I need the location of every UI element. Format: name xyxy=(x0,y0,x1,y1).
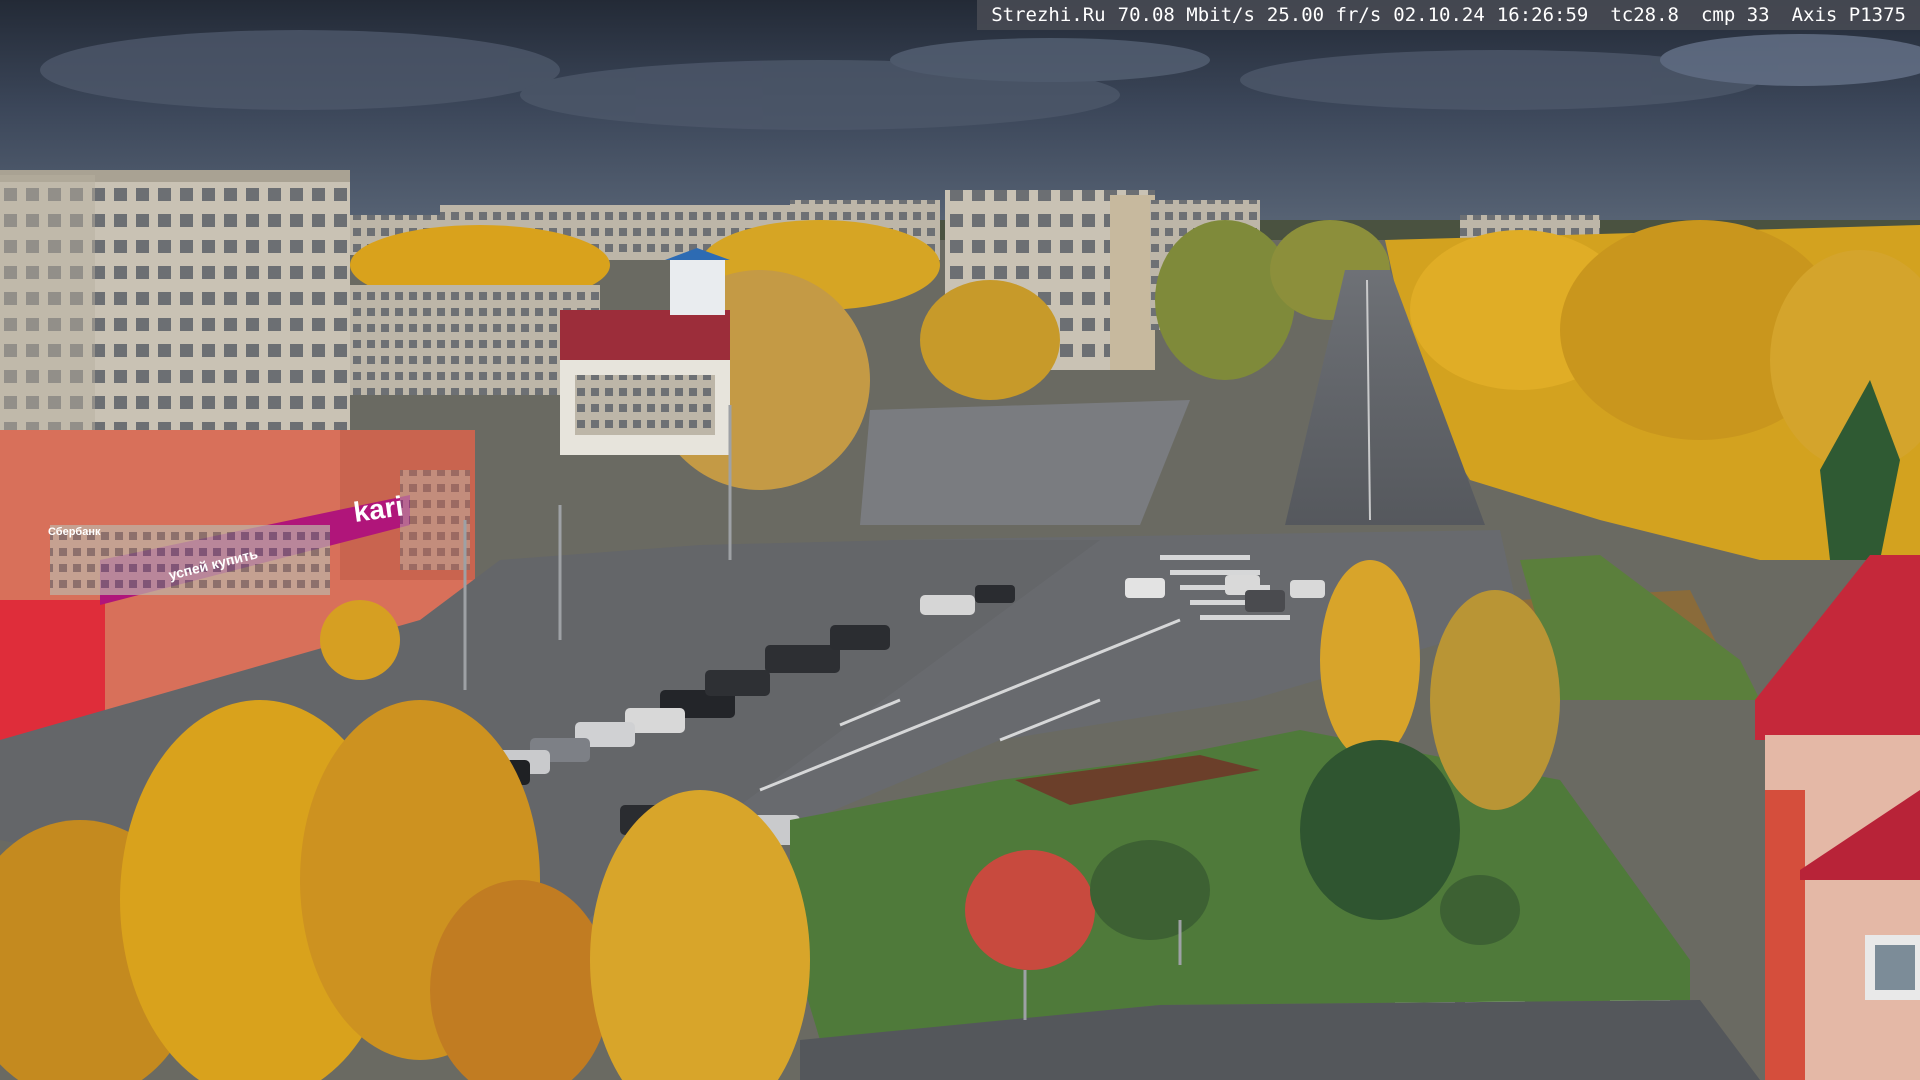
overlay-date: 02.10.24 xyxy=(1393,4,1485,26)
overlay-camera-model: Axis P1375 xyxy=(1791,4,1906,26)
overlay-framerate: 25.00 fr/s xyxy=(1266,4,1382,26)
camera-info-overlay: Strezhi.Ru 70.08 Mbit/s 25.00 fr/s 02.10… xyxy=(977,0,1920,30)
overlay-time: 16:26:59 xyxy=(1496,4,1589,26)
overlay-cmp: cmp 33 xyxy=(1700,4,1770,26)
webcam-scene: kari успей купить Сбербанк xyxy=(0,0,1920,1080)
bank-sign: Сбербанк xyxy=(48,526,101,538)
overlay-site: Strezhi.Ru xyxy=(991,4,1106,26)
overlay-tc: tc28.8 xyxy=(1610,4,1679,26)
central-square xyxy=(860,400,1190,525)
overlay-bitrate: 70.08 Mbit/s xyxy=(1117,4,1255,26)
